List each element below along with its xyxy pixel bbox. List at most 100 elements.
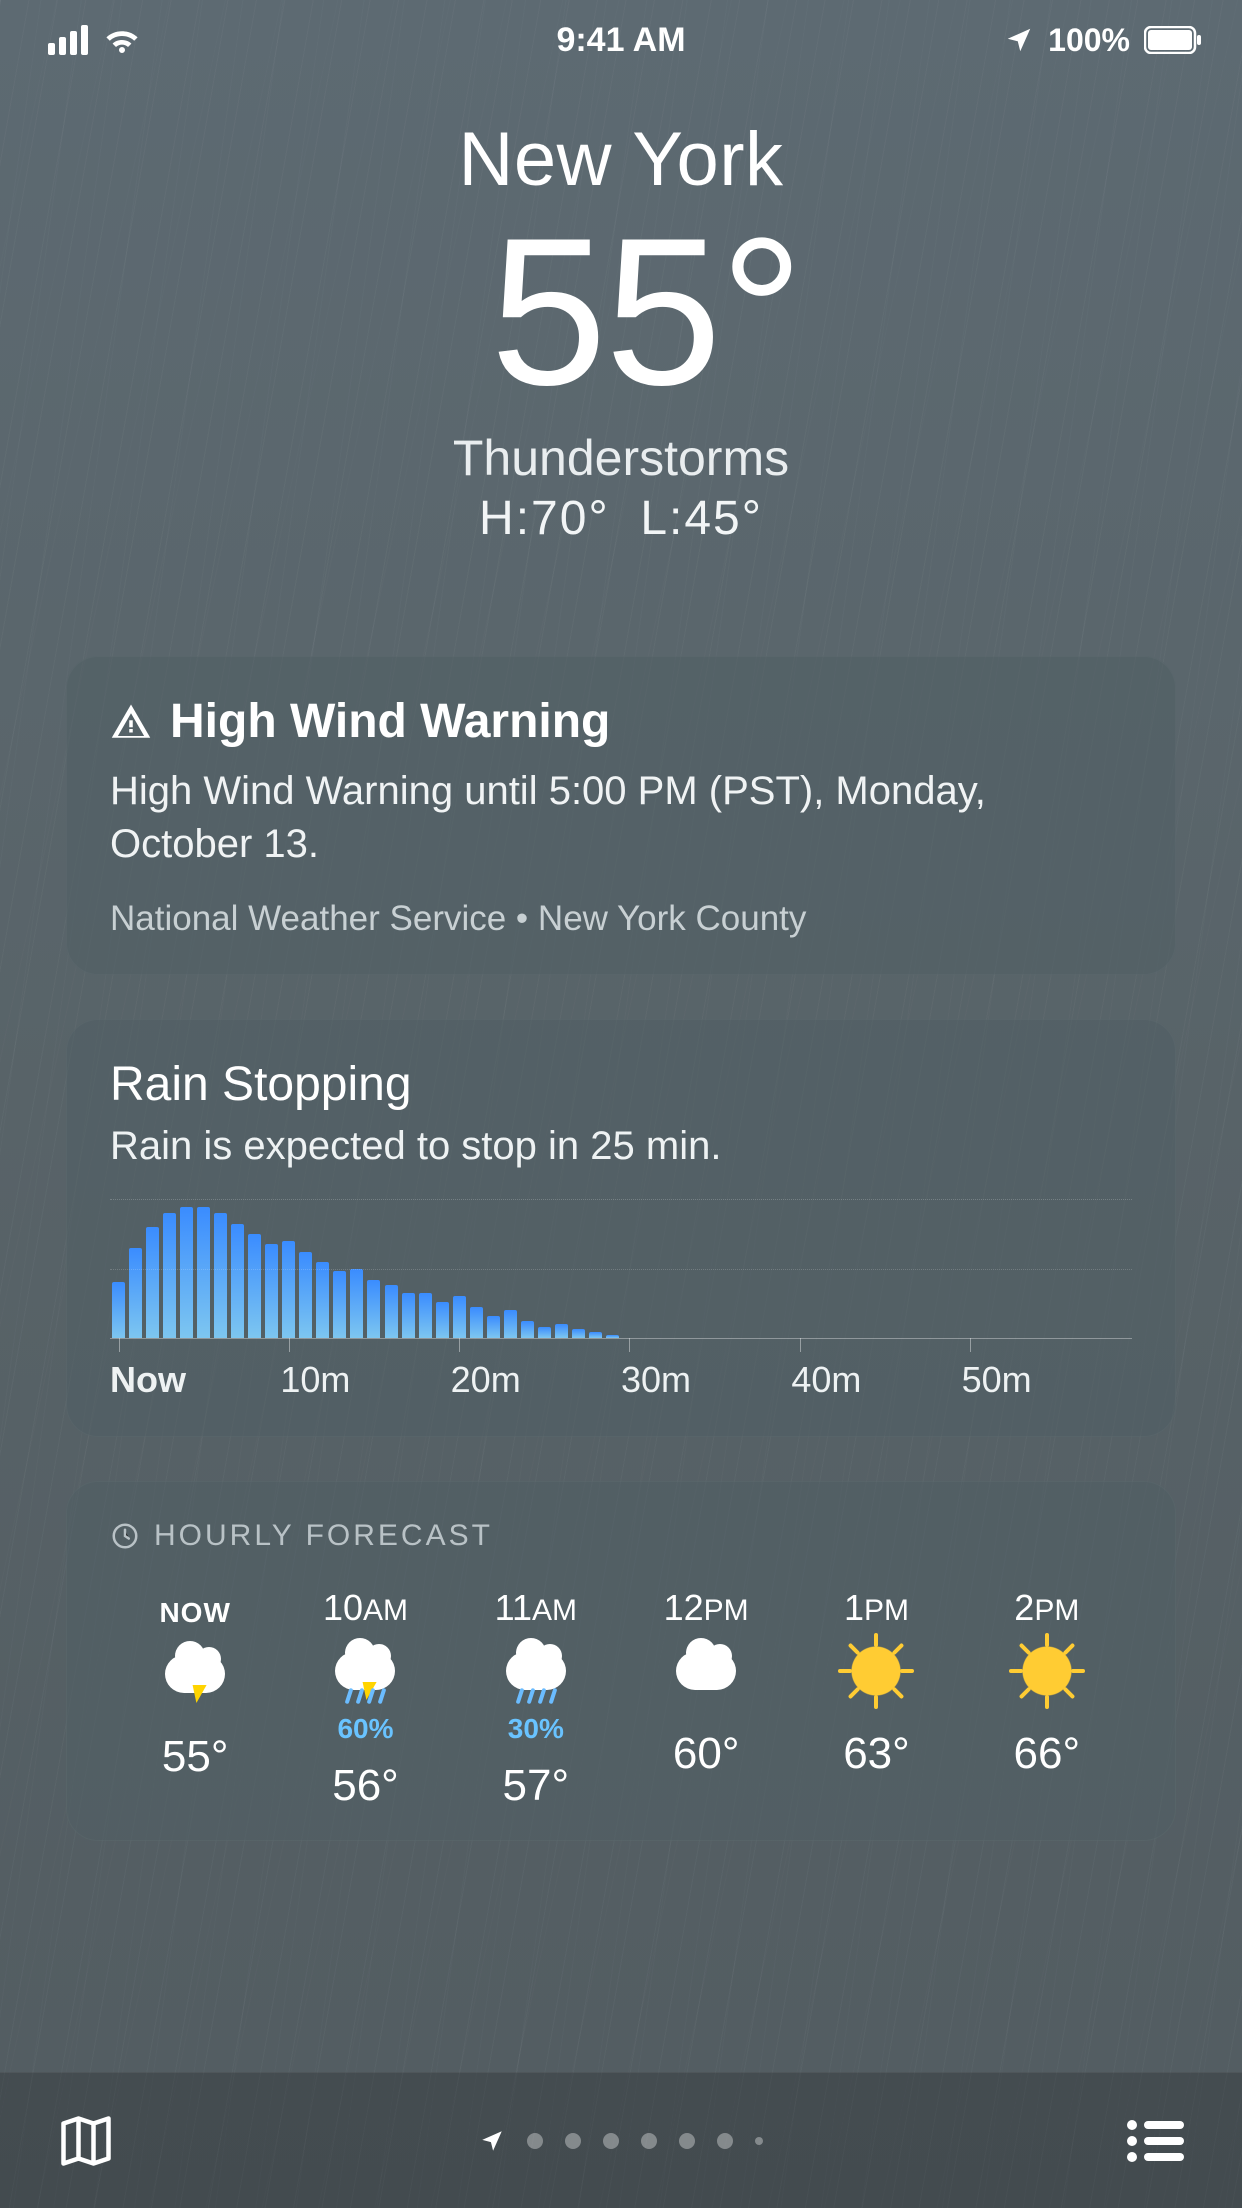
minute-bar — [638, 1200, 655, 1338]
minute-bar — [1047, 1200, 1064, 1338]
minute-bar — [808, 1200, 825, 1338]
minute-bar — [519, 1200, 536, 1338]
minute-bar — [706, 1200, 723, 1338]
minute-bar — [263, 1200, 280, 1338]
status-bar: 9:41 AM 100% — [0, 0, 1242, 80]
minute-bar — [996, 1200, 1013, 1338]
precip-chance: 30% — [508, 1713, 564, 1745]
minute-bar — [434, 1200, 451, 1338]
minute-bar — [825, 1200, 842, 1338]
hour-temp: 56° — [332, 1761, 399, 1811]
alert-body: High Wind Warning until 5:00 PM (PST), M… — [110, 765, 1132, 871]
map-button[interactable] — [56, 2111, 116, 2171]
chart-x-tick: 30m — [621, 1359, 791, 1401]
hour-label: 12PM — [664, 1587, 749, 1629]
bottom-toolbar — [0, 2072, 1242, 2208]
minute-bar — [536, 1200, 553, 1338]
thunderstorm-icon — [165, 1642, 225, 1706]
minute-bar — [365, 1200, 382, 1338]
page-dot[interactable] — [679, 2133, 695, 2149]
minute-bar — [468, 1200, 485, 1338]
hour-temp: 57° — [503, 1761, 570, 1811]
current-location-page-icon[interactable] — [479, 2128, 505, 2154]
hour-temp: 55° — [162, 1732, 229, 1782]
minute-bar — [144, 1200, 161, 1338]
hour-label: 1PM — [844, 1587, 909, 1629]
locations-list-button[interactable] — [1126, 2119, 1186, 2163]
wifi-icon — [102, 25, 142, 55]
minute-bar — [655, 1200, 672, 1338]
minute-bar — [672, 1200, 689, 1338]
location-arrow-icon — [1004, 25, 1034, 55]
warning-icon — [110, 701, 152, 743]
minute-bar — [195, 1200, 212, 1338]
chart-x-tick: 10m — [280, 1359, 450, 1401]
page-indicator[interactable] — [479, 2128, 763, 2154]
chart-x-tick: 40m — [791, 1359, 961, 1401]
minute-precipitation-chart: Now10m20m30m40m50m — [110, 1199, 1132, 1401]
minute-bar — [604, 1200, 621, 1338]
minute-bar — [689, 1200, 706, 1338]
minute-bar — [910, 1200, 927, 1338]
status-time: 9:41 AM — [556, 21, 685, 60]
minute-bar — [859, 1200, 876, 1338]
cellular-signal-icon — [48, 25, 88, 55]
minute-bar — [229, 1200, 246, 1338]
chart-x-tick: 50m — [962, 1359, 1132, 1401]
rain-forecast-card[interactable]: Rain Stopping Rain is expected to stop i… — [66, 1019, 1176, 1437]
minute-bar — [348, 1200, 365, 1338]
battery-icon — [1144, 26, 1202, 54]
hour-label: Now — [159, 1587, 230, 1632]
hour-label: 10AM — [323, 1587, 408, 1629]
hour-label: 2PM — [1014, 1587, 1079, 1629]
precip-chance: 60% — [337, 1713, 393, 1745]
minute-bar — [945, 1200, 962, 1338]
minute-bar — [178, 1200, 195, 1338]
minute-bar — [451, 1200, 468, 1338]
current-condition: Thunderstorms — [0, 429, 1242, 487]
location-name: New York — [0, 116, 1242, 203]
minute-bar — [400, 1200, 417, 1338]
page-dot[interactable] — [641, 2133, 657, 2149]
rain-icon — [506, 1639, 566, 1703]
page-dot[interactable] — [565, 2133, 581, 2149]
minute-bar — [740, 1200, 757, 1338]
minute-bar — [212, 1200, 229, 1338]
minute-bar — [842, 1200, 859, 1338]
minute-bar — [1013, 1200, 1030, 1338]
rain-card-title: Rain Stopping — [110, 1057, 1132, 1112]
page-dot[interactable] — [603, 2133, 619, 2149]
high-low-temps: H:70° L:45° — [0, 491, 1242, 546]
minute-bar — [417, 1200, 434, 1338]
thunder-rain-icon — [335, 1639, 395, 1703]
minute-bar — [791, 1200, 808, 1338]
current-weather-hero: New York 55° Thunderstorms H:70° L:45° — [0, 80, 1242, 546]
high-temp: H:70° — [479, 492, 610, 545]
chart-x-tick: Now — [110, 1359, 280, 1401]
minute-bar — [570, 1200, 587, 1338]
minute-bar — [587, 1200, 604, 1338]
weather-alert-card[interactable]: High Wind Warning High Wind Warning unti… — [66, 656, 1176, 975]
minute-bar — [127, 1200, 144, 1338]
minute-bar — [383, 1200, 400, 1338]
hour-temp: 60° — [673, 1729, 740, 1779]
page-dot[interactable] — [755, 2137, 763, 2145]
sunny-icon — [1023, 1639, 1071, 1703]
hourly-forecast-card[interactable]: HOURLY FORECAST Now55°10AM60%56°11AM30%5… — [66, 1481, 1176, 1841]
alert-source: National Weather Service • New York Coun… — [110, 899, 1132, 939]
hourly-item: 11AM30%57° — [451, 1587, 621, 1811]
minute-bar — [757, 1200, 774, 1338]
hourly-header-label: HOURLY FORECAST — [154, 1519, 493, 1553]
page-dot[interactable] — [527, 2133, 543, 2149]
hourly-item: 1PM63° — [791, 1587, 961, 1811]
minute-bar — [1081, 1200, 1098, 1338]
minute-bar — [485, 1200, 502, 1338]
current-temperature: 55° — [440, 207, 802, 417]
battery-percent: 100% — [1048, 22, 1130, 59]
page-dot[interactable] — [717, 2133, 733, 2149]
minute-bar — [774, 1200, 791, 1338]
hourly-item: 2PM66° — [962, 1587, 1132, 1811]
clock-icon — [110, 1521, 140, 1551]
minute-bar — [621, 1200, 638, 1338]
hourly-item: Now 55° — [110, 1587, 280, 1811]
